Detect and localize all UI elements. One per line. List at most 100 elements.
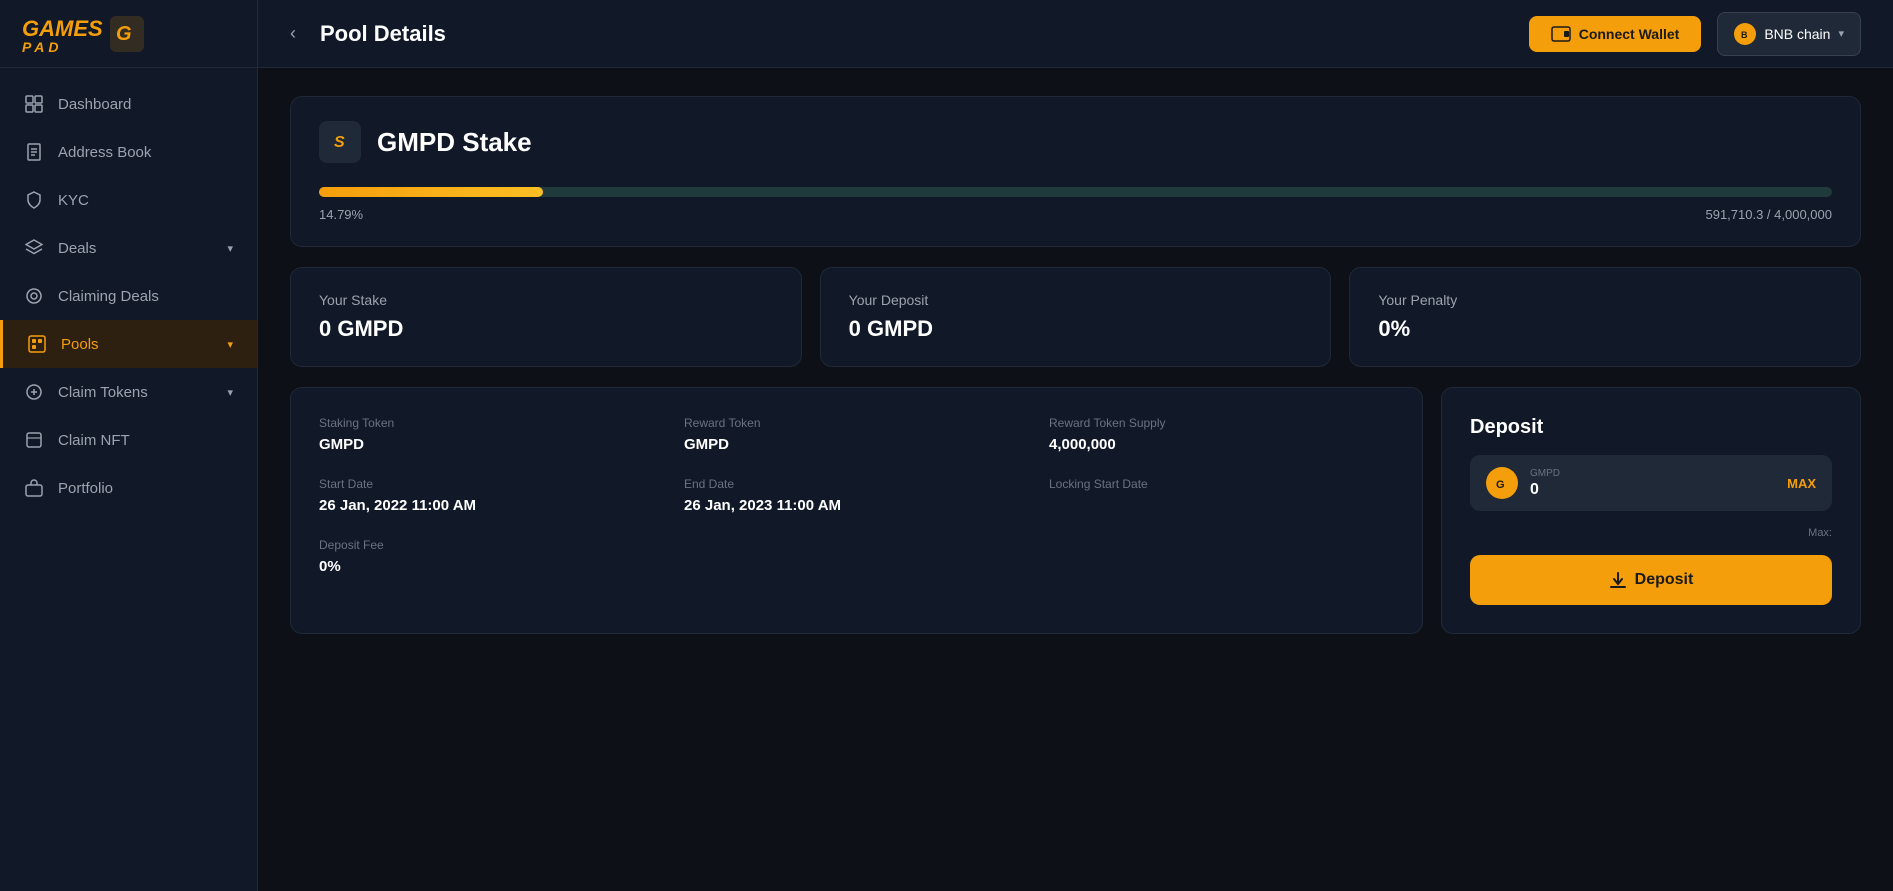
reward-token-label: Reward Token — [684, 416, 1029, 430]
sidebar-item-claim-tokens[interactable]: Claim Tokens ▾ — [0, 368, 257, 416]
reward-token-supply-label: Reward Token Supply — [1049, 416, 1394, 430]
page-header: ‹ Pool Details Connect Wallet B BNB chai… — [258, 0, 1893, 68]
layers2-icon — [24, 430, 44, 450]
chevron-down-icon: ▾ — [227, 338, 233, 351]
deposit-fee-item: Deposit Fee 0% — [319, 538, 664, 575]
chevron-down-icon: ▾ — [227, 386, 233, 399]
your-stake-value: 0 GMPD — [319, 316, 773, 342]
back-button[interactable]: ‹ — [290, 23, 296, 44]
staking-token-value: GMPD — [319, 436, 664, 453]
deposit-button-icon — [1609, 571, 1627, 589]
your-stake-card: Your Stake 0 GMPD — [290, 267, 802, 367]
svg-text:G: G — [1496, 479, 1505, 491]
reward-token-item: Reward Token GMPD — [684, 416, 1029, 453]
deposit-button-label: Deposit — [1635, 571, 1694, 589]
pool-icon: S — [319, 121, 361, 163]
deposit-section-title: Deposit — [1470, 416, 1832, 439]
svg-text:GAMES: GAMES — [22, 16, 103, 41]
sidebar-item-kyc[interactable]: KYC — [0, 176, 257, 224]
sidebar-item-label: Claim NFT — [58, 432, 233, 449]
your-penalty-card: Your Penalty 0% — [1349, 267, 1861, 367]
chain-label: BNB chain — [1764, 26, 1830, 42]
your-deposit-card: Your Deposit 0 GMPD — [820, 267, 1332, 367]
gmpd-coin-icon: G — [1486, 467, 1518, 499]
sidebar-item-deals[interactable]: Deals ▾ — [0, 224, 257, 272]
svg-text:PAD: PAD — [22, 39, 63, 55]
sidebar-item-label: Portfolio — [58, 480, 233, 497]
pool-details-card: Staking Token GMPD Reward Token GMPD Rew… — [290, 387, 1423, 634]
details-grid: Staking Token GMPD Reward Token GMPD Rew… — [319, 416, 1394, 575]
your-deposit-value: 0 GMPD — [849, 316, 1303, 342]
progress-labels: 14.79% 591,710.3 / 4,000,000 — [319, 207, 1832, 222]
sidebar-item-label: Claiming Deals — [58, 288, 233, 305]
box-icon — [27, 334, 47, 354]
sidebar-item-label: Deals — [58, 240, 227, 257]
locking-start-date-item: Locking Start Date — [1049, 477, 1394, 514]
deposit-amount: 0 — [1530, 481, 1775, 499]
max-value-label: Max: — [1470, 527, 1832, 539]
progress-track — [319, 187, 1832, 197]
reward-token-value: GMPD — [684, 436, 1029, 453]
staking-token-label: Staking Token — [319, 416, 664, 430]
end-date-label: End Date — [684, 477, 1029, 491]
deposit-input-inner: GMPD 0 — [1530, 468, 1775, 499]
sidebar-item-address-book[interactable]: Address Book — [0, 128, 257, 176]
wallet-icon — [1551, 26, 1571, 42]
progress-value: 591,710.3 / 4,000,000 — [1705, 207, 1832, 222]
sidebar-item-dashboard[interactable]: Dashboard — [0, 80, 257, 128]
page-content: S GMPD Stake 14.79% 591,710.3 / 4,000,00… — [258, 68, 1893, 891]
progress-container — [319, 187, 1832, 197]
your-penalty-label: Your Penalty — [1378, 292, 1832, 308]
your-penalty-value: 0% — [1378, 316, 1832, 342]
start-date-item: Start Date 26 Jan, 2022 11:00 AM — [319, 477, 664, 514]
layers-icon — [24, 238, 44, 258]
sidebar-item-label: Dashboard — [58, 96, 233, 113]
pool-header-card: S GMPD Stake 14.79% 591,710.3 / 4,000,00… — [290, 96, 1861, 247]
grid-icon — [24, 94, 44, 114]
deposit-fee-value: 0% — [319, 558, 664, 575]
staking-token-item: Staking Token GMPD — [319, 416, 664, 453]
deposit-button[interactable]: Deposit — [1470, 555, 1832, 605]
shield-icon — [24, 190, 44, 210]
briefcase-icon — [24, 478, 44, 498]
reward-token-supply-value: 4,000,000 — [1049, 436, 1394, 453]
deposit-input-row: G GMPD 0 MAX — [1470, 455, 1832, 511]
connect-wallet-label: Connect Wallet — [1579, 26, 1680, 42]
sidebar-item-label: Address Book — [58, 144, 233, 161]
reward-token-supply-item: Reward Token Supply 4,000,000 — [1049, 416, 1394, 453]
logo-area: GAMES PAD G — [0, 0, 257, 68]
sidebar-item-claiming-deals[interactable]: Claiming Deals — [0, 272, 257, 320]
sidebar-item-label: Claim Tokens — [58, 384, 227, 401]
connect-wallet-button[interactable]: Connect Wallet — [1529, 16, 1702, 52]
svg-text:G: G — [116, 23, 132, 45]
progress-percentage: 14.79% — [319, 207, 363, 222]
pool-name: GMPD Stake — [377, 127, 532, 158]
chain-selector-button[interactable]: B BNB chain ▾ — [1717, 12, 1861, 56]
book-icon — [24, 142, 44, 162]
circle2-icon — [24, 382, 44, 402]
your-stake-label: Your Stake — [319, 292, 773, 308]
sidebar-item-pools[interactable]: Pools ▾ — [0, 320, 257, 368]
sidebar-item-claim-nft[interactable]: Claim NFT — [0, 416, 257, 464]
main-content: ‹ Pool Details Connect Wallet B BNB chai… — [258, 0, 1893, 891]
svg-text:S: S — [334, 134, 345, 151]
start-date-label: Start Date — [319, 477, 664, 491]
sidebar: GAMES PAD G Dashboard — [0, 0, 258, 891]
end-date-item: End Date 26 Jan, 2023 11:00 AM — [684, 477, 1029, 514]
start-date-value: 26 Jan, 2022 11:00 AM — [319, 497, 664, 514]
sidebar-item-portfolio[interactable]: Portfolio — [0, 464, 257, 512]
bottom-row: Staking Token GMPD Reward Token GMPD Rew… — [290, 387, 1861, 634]
bnb-chain-icon: B — [1734, 23, 1756, 45]
deposit-token-label: GMPD — [1530, 468, 1775, 479]
locking-start-date-label: Locking Start Date — [1049, 477, 1394, 491]
sidebar-item-label: KYC — [58, 192, 233, 209]
sidebar-item-label: Pools — [61, 336, 227, 353]
stats-row: Your Stake 0 GMPD Your Deposit 0 GMPD Yo… — [290, 267, 1861, 367]
deposit-card: Deposit G GMPD 0 MAX Max: — [1441, 387, 1861, 634]
nav-menu: Dashboard Address Book KYC — [0, 68, 257, 891]
logo-icon: GAMES PAD G — [20, 12, 150, 56]
chevron-down-icon: ▾ — [1838, 27, 1844, 40]
your-deposit-label: Your Deposit — [849, 292, 1303, 308]
max-button[interactable]: MAX — [1787, 476, 1816, 491]
deposit-fee-label: Deposit Fee — [319, 538, 664, 552]
